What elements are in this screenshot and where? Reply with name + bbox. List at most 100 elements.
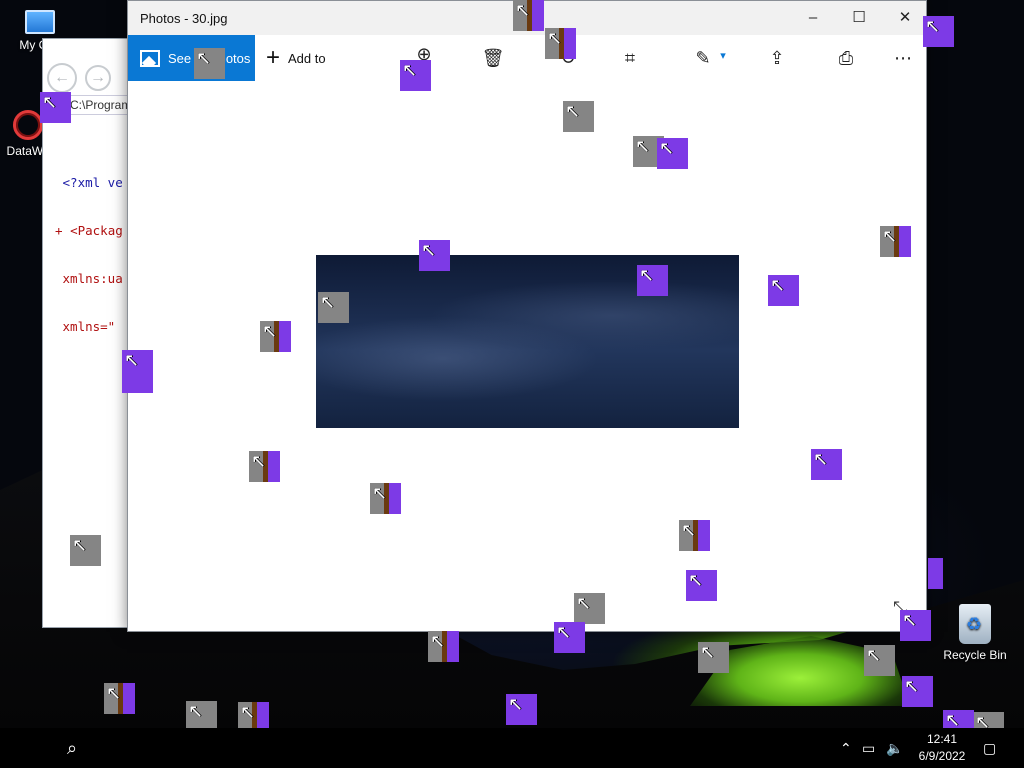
cursor-icon: ↖: [681, 520, 697, 540]
cursor-icon: ↖: [813, 449, 829, 469]
window-title: Photos - 30.jpg: [140, 11, 228, 26]
datawarrior-icon: [13, 110, 43, 140]
cursor-icon: ↖: [576, 593, 592, 613]
more-icon[interactable]: ⋯: [888, 45, 918, 71]
cursor-artifact: ↖: [419, 240, 450, 271]
recycle-bin-icon: [959, 604, 991, 644]
cursor-icon: ↖: [320, 292, 336, 312]
cursor-artifact: ↖: [698, 642, 729, 673]
cursor-artifact: ↖: [318, 292, 349, 323]
cursor-icon: ↖: [508, 694, 524, 714]
cursor-icon: ↖: [188, 701, 204, 721]
clock-date: 6/9/2022: [918, 749, 966, 763]
cursor-icon: ↖: [882, 226, 898, 246]
xml-line: xmlns=": [62, 319, 116, 334]
cursor-artifact: ↖: [194, 48, 225, 79]
photos-window[interactable]: Photos - 30.jpg – ☐ ✕ See all photos + A…: [127, 0, 927, 632]
network-icon[interactable]: ▭: [862, 738, 875, 758]
see-all-photos-button[interactable]: See all photos: [128, 35, 255, 81]
taskbar: ⌕ ⌃ ▭ 🔈 12:41 6/9/2022 ▢: [0, 728, 1024, 768]
cursor-artifact: ↖: [428, 631, 459, 662]
xml-line-prefix[interactable]: +: [55, 223, 63, 238]
cursor-icon: ↖: [72, 535, 88, 555]
cursor-artifact: ↖: [574, 593, 605, 624]
xml-line: xmlns:ua: [62, 271, 123, 286]
cursor-icon: ↖: [902, 610, 918, 630]
cursor-icon: ↖: [372, 483, 388, 503]
cursor-icon: ↖: [659, 138, 675, 158]
cursor-artifact: ↖: [554, 622, 585, 653]
xml-line: <?xml ve: [62, 175, 123, 190]
search-icon[interactable]: ⌕: [60, 736, 84, 760]
minimize-button[interactable]: –: [790, 1, 836, 35]
cursor-icon: ↖: [639, 265, 655, 285]
cursor-icon: ↖: [770, 275, 786, 295]
desktop-icon-recycle-bin[interactable]: Recycle Bin: [935, 604, 1015, 662]
cursor-artifact: ↖: [657, 138, 688, 169]
cursor-icon: ↖: [240, 702, 256, 722]
cursor-icon: ↖: [251, 451, 267, 471]
plus-icon: +: [266, 44, 281, 71]
cursor-artifact: ↖: [864, 645, 895, 676]
close-button[interactable]: ✕: [882, 1, 928, 35]
share-icon[interactable]: ⇪: [762, 45, 792, 71]
cursor-artifact: ↖: [637, 265, 668, 296]
cursor-icon: ↖: [42, 92, 58, 112]
delete-icon[interactable]: 🗑: [478, 45, 508, 71]
cursor-artifact: ↖: [40, 92, 71, 123]
cursor-icon: ↖: [124, 350, 140, 370]
chevron-down-icon[interactable]: ▾: [708, 43, 738, 69]
back-icon[interactable]: ←: [47, 63, 77, 93]
cursor-icon: ↖: [688, 570, 704, 590]
cursor-artifact: ↖: [563, 101, 594, 132]
cursor-icon: ↖: [904, 676, 920, 696]
photos-toolbar: See all photos + Add to ⊕ 🗑 ↻ ⌗ ✎ ▾ ⇪ ⎙ …: [128, 35, 926, 81]
cursor-icon: ↖: [945, 710, 961, 730]
cursor-artifact: ↖: [370, 483, 401, 514]
cursor-artifact: ↖: [902, 676, 933, 707]
cursor-artifact: ↖: [400, 60, 431, 91]
cursor-artifact: ↖: [249, 451, 280, 482]
xml-line: <Packag: [70, 223, 123, 238]
taskbar-clock[interactable]: 12:41 6/9/2022: [912, 731, 972, 765]
cursor-artifact: ↖: [686, 570, 717, 601]
photo-canvas[interactable]: [128, 81, 926, 631]
cursor-icon: ↖: [635, 136, 651, 156]
maximize-button[interactable]: ☐: [836, 1, 882, 35]
cursor-artifact: ↖: [104, 683, 135, 714]
cursor-icon: ↖: [196, 48, 212, 68]
computer-icon: [25, 10, 55, 34]
cursor-artifact: ↖: [923, 16, 954, 47]
cursor-icon: ↖: [402, 60, 418, 80]
clock-time: 12:41: [926, 732, 958, 746]
desktop-icon-label: Recycle Bin: [943, 648, 1007, 662]
cursor-artifact: ↖: [513, 0, 544, 31]
cursor-artifact: ↖: [880, 226, 911, 257]
print-icon[interactable]: ⎙: [831, 45, 861, 71]
chevron-up-icon[interactable]: ⌃: [840, 738, 852, 758]
cursor-icon: ↖: [421, 240, 437, 260]
cursor-icon: ↖: [565, 101, 581, 121]
notification-icon[interactable]: ▢: [983, 738, 996, 758]
forward-icon[interactable]: →: [85, 65, 111, 91]
crop-icon[interactable]: ⌗: [615, 45, 645, 71]
add-to-button[interactable]: + Add to: [266, 35, 326, 81]
cursor-icon: ↖: [925, 16, 941, 36]
cursor-artifact: [928, 558, 943, 589]
cursor-artifact: ↖: [260, 321, 291, 352]
cursor-artifact: ↖: [506, 694, 537, 725]
cursor-artifact: ↖: [679, 520, 710, 551]
cursor-icon: ↖: [700, 642, 716, 662]
cursor-artifact: ↖: [70, 535, 101, 566]
add-to-label: Add to: [288, 50, 326, 66]
volume-icon[interactable]: 🔈: [886, 738, 903, 758]
cursor-artifact: ↖: [122, 350, 153, 393]
displayed-photo[interactable]: [316, 255, 739, 428]
xml-document: <?xml ve + <Packag xmlns:ua xmlns=": [55, 143, 123, 367]
cursor-icon: ↖: [262, 321, 278, 341]
cursor-icon: ↖: [556, 622, 572, 642]
cursor-icon: ↖: [430, 631, 446, 651]
cursor-icon: ↖: [866, 645, 882, 665]
cursor-artifact: ↖: [900, 610, 931, 641]
cursor-icon: ↖: [106, 683, 122, 703]
